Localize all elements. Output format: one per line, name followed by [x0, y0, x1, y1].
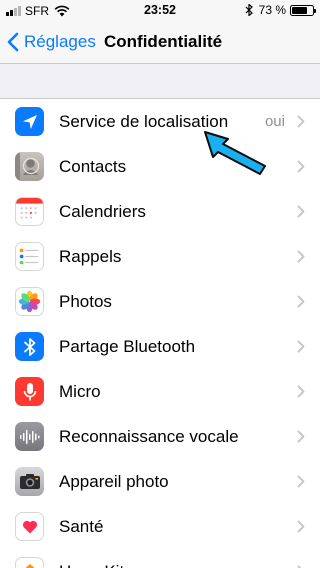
- settings-row-location-services[interactable]: Service de localisation oui: [0, 99, 320, 144]
- camera-icon: [15, 467, 44, 496]
- contacts-icon: [15, 152, 44, 181]
- chevron-right-icon: [297, 160, 305, 173]
- status-bar: SFR 23:52 73 %: [0, 0, 320, 20]
- microphone-icon: [15, 377, 44, 406]
- calendar-icon: [15, 197, 44, 226]
- settings-row-label: Santé: [59, 517, 104, 536]
- settings-row-speech-recognition[interactable]: Reconnaissance vocale: [0, 414, 320, 459]
- back-button-label: Réglages: [24, 32, 96, 51]
- annotation-arrow-icon: [204, 131, 266, 175]
- chevron-left-icon: [7, 32, 19, 52]
- speech-recognition-icon: [15, 422, 44, 451]
- homekit-icon: [15, 557, 44, 568]
- bluetooth-icon: [15, 332, 44, 361]
- settings-row-bluetooth-sharing[interactable]: Partage Bluetooth: [0, 324, 320, 369]
- chevron-right-icon: [297, 475, 305, 488]
- settings-row-homekit[interactable]: HomeKit: [0, 549, 320, 568]
- navigation-bar: Réglages Confidentialité: [0, 20, 320, 64]
- settings-row-reminders[interactable]: Rappels: [0, 234, 320, 279]
- settings-row-microphone[interactable]: Micro: [0, 369, 320, 414]
- health-heart-icon: [15, 512, 44, 541]
- chevron-right-icon: [297, 430, 305, 443]
- settings-list: Service de localisation oui Contacts Cal…: [0, 98, 320, 568]
- photos-icon: [15, 287, 44, 316]
- reminders-icon: [15, 242, 44, 271]
- settings-row-health[interactable]: Santé: [0, 504, 320, 549]
- settings-row-label: Partage Bluetooth: [59, 337, 196, 356]
- battery-icon: [290, 4, 316, 16]
- status-right: 73 %: [245, 3, 316, 17]
- settings-row-label: Appareil photo: [59, 472, 169, 491]
- page-title: Confidentialité: [104, 32, 223, 51]
- location-arrow-icon: [15, 107, 44, 136]
- settings-row-label: Photos: [59, 292, 112, 311]
- settings-row-contacts[interactable]: Contacts: [0, 144, 320, 189]
- chevron-right-icon: [297, 520, 305, 533]
- settings-row-camera[interactable]: Appareil photo: [0, 459, 320, 504]
- chevron-right-icon: [297, 340, 305, 353]
- chevron-right-icon: [297, 250, 305, 263]
- battery-percentage: 73 %: [258, 3, 286, 17]
- settings-row-label: Reconnaissance vocale: [59, 427, 239, 446]
- chevron-right-icon: [297, 385, 305, 398]
- chevron-right-icon: [297, 205, 305, 218]
- settings-row-label: Calendriers: [59, 202, 146, 221]
- back-button[interactable]: Réglages: [7, 20, 96, 64]
- chevron-right-icon: [297, 115, 305, 128]
- bluetooth-status-icon: [245, 4, 253, 16]
- settings-row-label: Micro: [59, 382, 101, 401]
- battery-fill: [292, 6, 307, 14]
- settings-row-label: Rappels: [59, 247, 122, 266]
- settings-row-photos[interactable]: Photos: [0, 279, 320, 324]
- chevron-right-icon: [297, 295, 305, 308]
- settings-row-calendars[interactable]: Calendriers: [0, 189, 320, 234]
- settings-row-label: HomeKit: [59, 549, 124, 568]
- settings-row-label: Contacts: [59, 157, 127, 176]
